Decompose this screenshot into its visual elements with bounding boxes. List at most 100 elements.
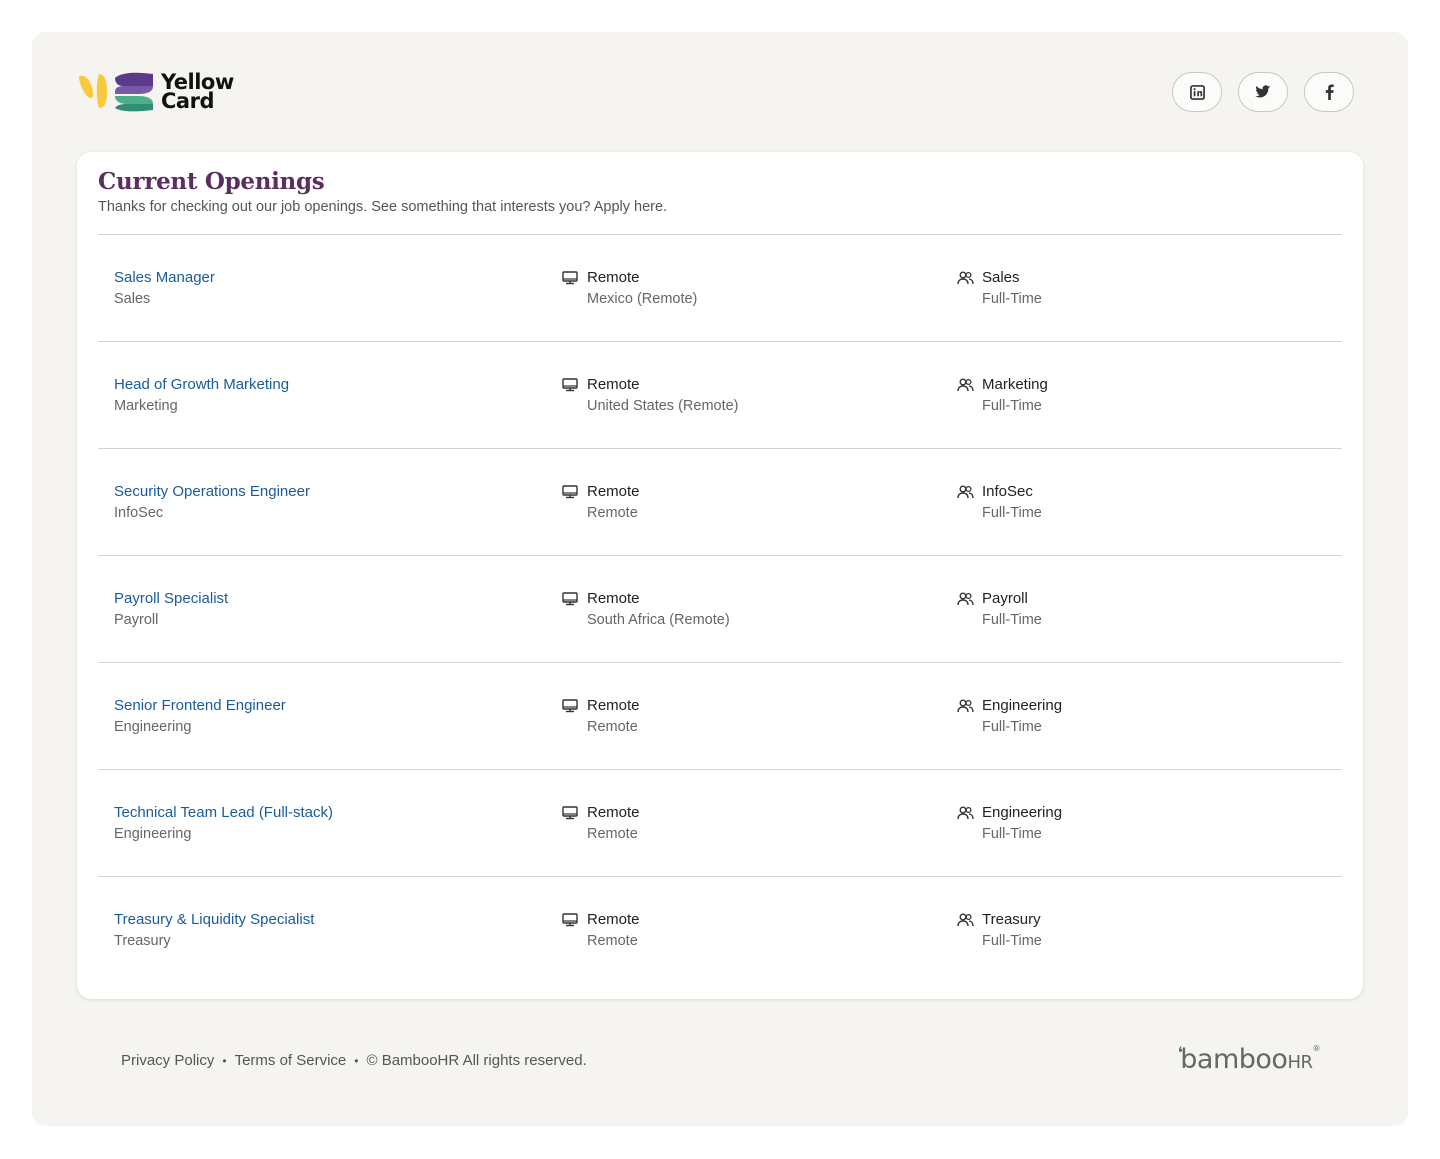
job-team-cell: Treasury Full-Time <box>957 910 1042 951</box>
page-subtitle: Thanks for checking out our job openings… <box>98 199 668 215</box>
job-title-cell: Security Operations Engineer InfoSec <box>114 482 310 523</box>
job-location-type: Remote <box>587 269 640 286</box>
job-employment-type: Full-Time <box>982 505 1042 521</box>
job-title-link[interactable]: Head of Growth Marketing <box>114 375 289 395</box>
job-location: South Africa (Remote) <box>587 612 730 628</box>
job-team: Payroll <box>982 590 1028 607</box>
people-icon <box>957 696 974 716</box>
job-title-link[interactable]: Treasury & Liquidity Specialist <box>114 910 314 930</box>
monitor-icon <box>562 375 579 395</box>
job-team: Marketing <box>982 376 1048 393</box>
job-department: Treasury <box>114 933 171 949</box>
job-title-link[interactable]: Technical Team Lead (Full-stack) <box>114 803 333 823</box>
header: Yellow Card <box>32 32 1408 152</box>
page-title: Current Openings <box>98 168 325 195</box>
job-title-cell: Head of Growth Marketing Marketing <box>114 375 289 416</box>
twitter-button[interactable] <box>1238 72 1288 112</box>
job-location-cell: Remote Remote <box>562 482 640 523</box>
job-team-cell: Engineering Full-Time <box>957 803 1062 844</box>
job-row: Senior Frontend Engineer Engineering Rem… <box>98 662 1342 769</box>
job-location-type: Remote <box>587 804 640 821</box>
job-team-cell: InfoSec Full-Time <box>957 482 1042 523</box>
monitor-icon <box>562 268 579 288</box>
copyright-text: © BambooHR All rights reserved. <box>366 1052 587 1069</box>
registered-mark: ® <box>1312 1044 1321 1053</box>
job-location-cell: Remote South Africa (Remote) <box>562 589 730 630</box>
job-location: Remote <box>587 719 638 735</box>
job-team: Sales <box>982 269 1020 286</box>
job-location-type: Remote <box>587 483 640 500</box>
job-location: Remote <box>587 505 638 521</box>
people-icon <box>957 589 974 609</box>
job-location-type: Remote <box>587 590 640 607</box>
job-department: Engineering <box>114 719 192 735</box>
job-title-cell: Treasury & Liquidity Specialist Treasury <box>114 910 314 951</box>
monitor-icon <box>562 910 579 930</box>
job-location-cell: Remote Remote <box>562 696 640 737</box>
job-title-cell: Payroll Specialist Payroll <box>114 589 228 630</box>
people-icon <box>957 268 974 288</box>
linkedin-icon <box>1189 84 1205 100</box>
job-location-cell: Remote Remote <box>562 803 640 844</box>
logo-wordmark: Yellow Card <box>161 72 234 113</box>
job-title-link[interactable]: Payroll Specialist <box>114 589 228 609</box>
page-frame: Yellow Card Current Openings Thanks for … <box>32 32 1408 1126</box>
job-title-link[interactable]: Senior Frontend Engineer <box>114 696 286 716</box>
privacy-policy-link[interactable]: Privacy Policy <box>121 1052 214 1069</box>
people-icon <box>957 375 974 395</box>
job-location-cell: Remote Mexico (Remote) <box>562 268 697 309</box>
job-employment-type: Full-Time <box>982 719 1042 735</box>
social-links <box>1172 72 1354 112</box>
job-row: Treasury & Liquidity Specialist Treasury… <box>98 876 1342 983</box>
openings-card: Current Openings Thanks for checking out… <box>77 152 1363 999</box>
job-department: Sales <box>114 291 151 307</box>
job-row: Security Operations Engineer InfoSec Rem… <box>98 448 1342 555</box>
bamboohr-wordmark: bamboo <box>1180 1044 1288 1075</box>
job-row: Head of Growth Marketing Marketing Remot… <box>98 341 1342 448</box>
logo-line-2: Card <box>161 89 214 113</box>
job-team: Treasury <box>982 911 1041 928</box>
job-department: Marketing <box>114 398 178 414</box>
terms-of-service-link[interactable]: Terms of Service <box>235 1052 347 1069</box>
job-employment-type: Full-Time <box>982 933 1042 949</box>
job-team: Engineering <box>982 697 1063 714</box>
bamboohr-suffix: HR <box>1287 1052 1313 1073</box>
job-location-type: Remote <box>587 697 640 714</box>
job-location: Mexico (Remote) <box>587 291 698 307</box>
people-icon <box>957 803 974 823</box>
job-location-type: Remote <box>587 911 640 928</box>
job-employment-type: Full-Time <box>982 612 1042 628</box>
people-icon <box>957 910 974 930</box>
job-location: Remote <box>587 933 638 949</box>
job-team: InfoSec <box>982 483 1033 500</box>
monitor-icon <box>562 696 579 716</box>
job-department: Payroll <box>114 612 159 628</box>
job-title-link[interactable]: Sales Manager <box>114 268 215 288</box>
job-list: Sales Manager Sales Remote Mexico (Remot… <box>98 234 1342 983</box>
footer-separator: • <box>222 1053 227 1068</box>
monitor-icon <box>562 803 579 823</box>
bamboo-leaf-icon: ❛ <box>1177 1043 1183 1062</box>
job-team-cell: Marketing Full-Time <box>957 375 1048 416</box>
job-employment-type: Full-Time <box>982 291 1042 307</box>
job-title-cell: Sales Manager Sales <box>114 268 215 309</box>
job-row: Sales Manager Sales Remote Mexico (Remot… <box>98 234 1342 341</box>
job-location-type: Remote <box>587 376 640 393</box>
yellow-card-logo-icon <box>79 72 153 112</box>
job-location-cell: Remote United States (Remote) <box>562 375 739 416</box>
job-title-link[interactable]: Security Operations Engineer <box>114 482 310 502</box>
footer-separator: • <box>354 1053 359 1068</box>
linkedin-button[interactable] <box>1172 72 1222 112</box>
bamboohr-logo[interactable]: ❛bambooHR® <box>1177 1043 1321 1075</box>
job-team: Engineering <box>982 804 1063 821</box>
facebook-icon <box>1325 84 1334 100</box>
monitor-icon <box>562 589 579 609</box>
job-row: Technical Team Lead (Full-stack) Enginee… <box>98 769 1342 876</box>
people-icon <box>957 482 974 502</box>
facebook-button[interactable] <box>1304 72 1354 112</box>
job-title-cell: Technical Team Lead (Full-stack) Enginee… <box>114 803 333 844</box>
job-location: United States (Remote) <box>587 398 739 414</box>
job-location-cell: Remote Remote <box>562 910 640 951</box>
footer: Privacy Policy • Terms of Service • © Ba… <box>121 1052 587 1069</box>
company-logo[interactable]: Yellow Card <box>77 70 234 114</box>
